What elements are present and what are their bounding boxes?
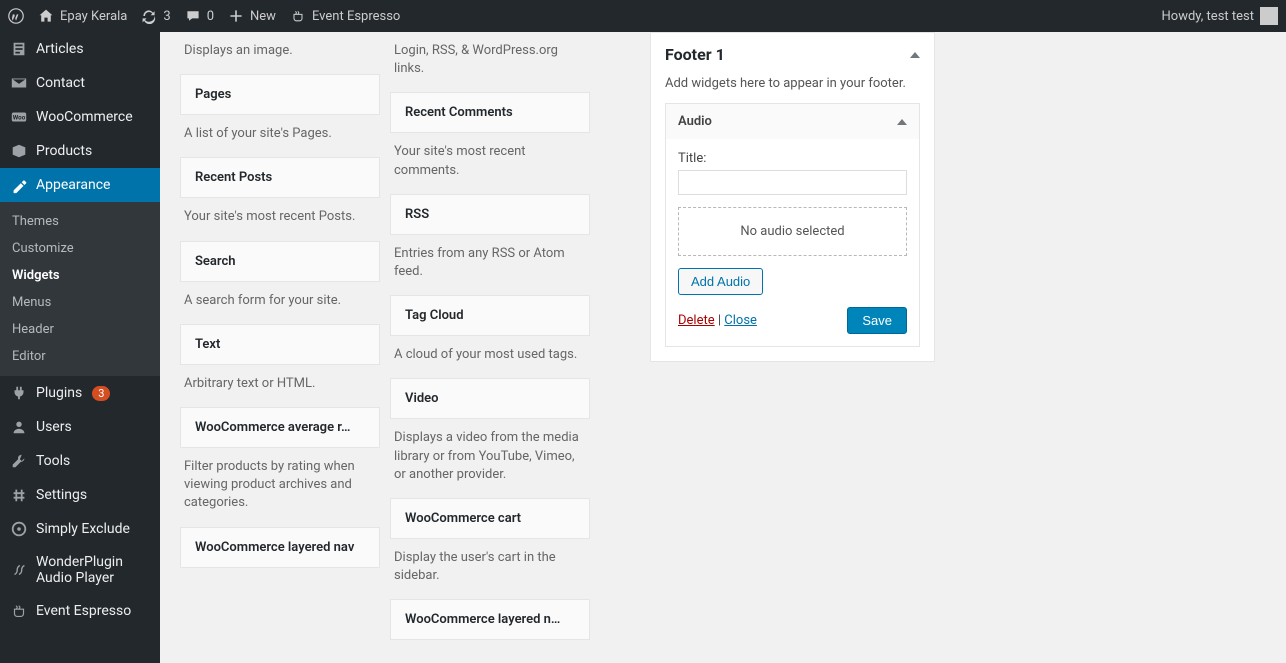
caret-up-icon [910, 52, 920, 58]
menu-label: Plugins [36, 385, 82, 401]
delete-link[interactable]: Delete [678, 313, 715, 328]
audio-widget-instance: Audio Title: No audio selected Add Audio… [665, 103, 920, 347]
widget-desc: Arbitrary text or HTML. [180, 365, 380, 407]
title-input[interactable] [678, 170, 907, 195]
submenu-themes[interactable]: Themes [0, 208, 160, 235]
widget-tag-cloud[interactable]: Tag Cloud [390, 295, 590, 336]
menu-appearance[interactable]: Appearance [0, 168, 160, 202]
new-content-link[interactable]: New [228, 8, 276, 24]
widget-desc: Displays a video from the media library … [390, 419, 590, 498]
widget-recent-comments[interactable]: Recent Comments [390, 92, 590, 133]
menu-label: Products [36, 143, 92, 159]
menu-settings[interactable]: Settings [0, 478, 160, 512]
available-widgets: Displays an image. Pages A list of your … [180, 32, 590, 640]
menu-event-espresso[interactable]: Event Espresso [0, 594, 160, 628]
widget-column-left: Displays an image. Pages A list of your … [180, 32, 380, 640]
menu-users[interactable]: Users [0, 410, 160, 444]
footer-area-desc: Add widgets here to appear in your foote… [651, 76, 934, 103]
widget-desc: Display the user's cart in the sidebar. [390, 539, 590, 599]
submenu-widgets[interactable]: Widgets [0, 262, 160, 289]
site-name-link[interactable]: Epay Kerala [38, 8, 127, 24]
comments-link[interactable]: 0 [185, 8, 214, 24]
widget-desc: Filter products by rating when viewing p… [180, 448, 380, 527]
footer-area-title: Footer 1 [665, 45, 725, 64]
menu-wonderplugin[interactable]: WonderPlugin Audio Player [0, 546, 160, 594]
widget-search[interactable]: Search [180, 241, 380, 282]
svg-text:Woo: Woo [13, 114, 26, 122]
comments-count: 0 [207, 9, 214, 24]
widget-pages[interactable]: Pages [180, 74, 380, 115]
menu-label: Tools [36, 453, 70, 469]
submenu-customize[interactable]: Customize [0, 235, 160, 262]
menu-contact[interactable]: Contact [0, 66, 160, 100]
admin-toolbar: Epay Kerala 3 0 New Event Espresso Howdy… [0, 0, 1286, 32]
submenu-editor[interactable]: Editor [0, 343, 160, 370]
widget-desc: A list of your site's Pages. [180, 115, 380, 157]
menu-simply-exclude[interactable]: Simply Exclude [0, 512, 160, 546]
menu-tools[interactable]: Tools [0, 444, 160, 478]
widget-desc: Login, RSS, & WordPress.org links. [390, 32, 590, 92]
updates-link[interactable]: 3 [141, 8, 170, 24]
title-label: Title: [678, 151, 907, 166]
add-audio-button[interactable]: Add Audio [678, 268, 763, 295]
widget-desc: Your site's most recent Posts. [180, 198, 380, 240]
widget-recent-posts[interactable]: Recent Posts [180, 157, 380, 198]
submenu-menus[interactable]: Menus [0, 289, 160, 316]
plugins-badge: 3 [92, 386, 110, 401]
menu-label: Users [36, 419, 72, 435]
widget-woo-layered-nav[interactable]: WooCommerce layered nav [180, 527, 380, 568]
wp-logo[interactable] [8, 8, 24, 24]
event-espresso-link[interactable]: Event Espresso [290, 8, 400, 24]
updates-count: 3 [163, 9, 170, 24]
caret-up-icon [897, 119, 907, 125]
widget-instance-name: Audio [678, 114, 712, 129]
menu-label: WooCommerce [36, 109, 133, 125]
widget-desc: A search form for your site. [180, 282, 380, 324]
submenu-appearance: Themes Customize Widgets Menus Header Ed… [0, 202, 160, 376]
menu-products[interactable]: Products [0, 134, 160, 168]
widget-video[interactable]: Video [390, 378, 590, 419]
widget-desc: Displays an image. [180, 32, 380, 74]
menu-label: Settings [36, 487, 87, 503]
menu-label: Appearance [36, 177, 110, 193]
widget-woo-rating[interactable]: WooCommerce average r… [180, 407, 380, 448]
menu-label: Contact [36, 75, 85, 91]
widget-rss[interactable]: RSS [390, 194, 590, 235]
menu-plugins[interactable]: Plugins 3 [0, 376, 160, 410]
submenu-header[interactable]: Header [0, 316, 160, 343]
menu-articles[interactable]: Articles [0, 32, 160, 66]
audio-widget-header[interactable]: Audio [666, 104, 919, 139]
extra-item-label: Event Espresso [312, 9, 400, 24]
close-link[interactable]: Close [724, 313, 757, 328]
menu-woocommerce[interactable]: Woo WooCommerce [0, 100, 160, 134]
widget-desc: A cloud of your most used tags. [390, 336, 590, 378]
footer-1-header[interactable]: Footer 1 [651, 33, 934, 76]
site-name: Epay Kerala [60, 9, 127, 24]
widget-column-right: Login, RSS, & WordPress.org links. Recen… [390, 32, 590, 640]
menu-label: Simply Exclude [36, 521, 130, 537]
widget-woo-cart[interactable]: WooCommerce cart [390, 498, 590, 539]
widget-desc: Your site's most recent comments. [390, 133, 590, 193]
menu-label: Event Espresso [36, 603, 131, 619]
howdy-text: Howdy, test test [1162, 9, 1255, 24]
widget-woo-layered-nav-2[interactable]: WooCommerce layered n… [390, 599, 590, 640]
account-link[interactable]: Howdy, test test [1162, 7, 1279, 25]
no-audio-placeholder: No audio selected [678, 207, 907, 256]
menu-label: WonderPlugin Audio Player [36, 554, 150, 586]
avatar [1260, 7, 1278, 25]
save-button[interactable]: Save [847, 307, 907, 334]
widget-text[interactable]: Text [180, 324, 380, 365]
admin-sidebar: Articles Contact Woo WooCommerce Products… [0, 32, 160, 663]
new-label: New [250, 9, 276, 24]
menu-label: Articles [36, 41, 84, 57]
widget-desc: Entries from any RSS or Atom feed. [390, 235, 590, 295]
footer-1-area: Footer 1 Add widgets here to appear in y… [650, 32, 935, 362]
